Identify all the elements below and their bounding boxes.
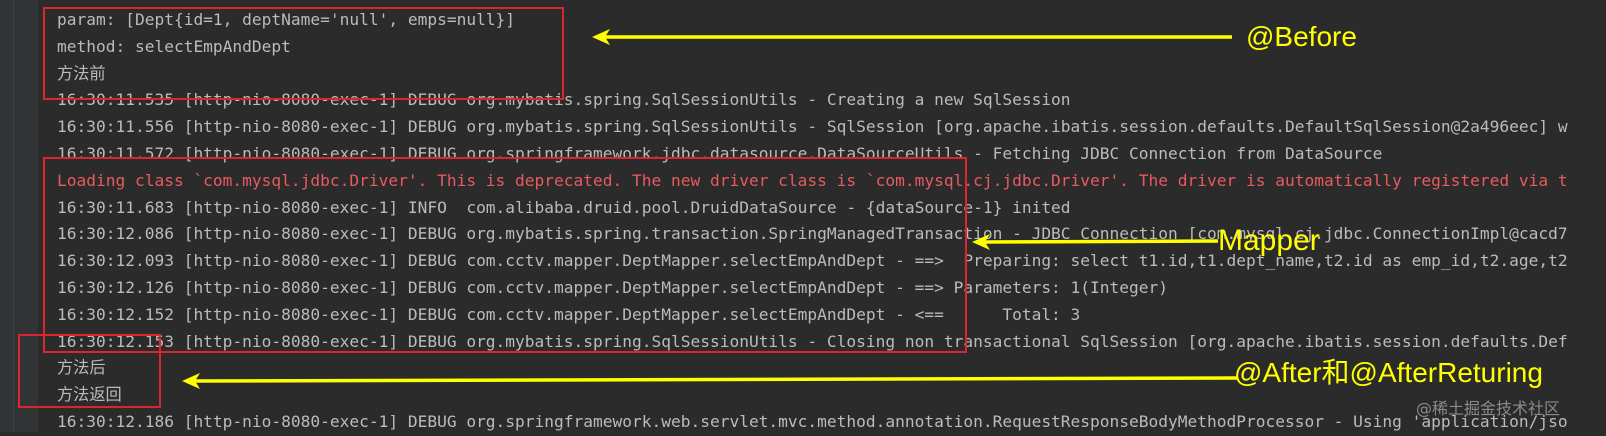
gutter-divider (13, 0, 14, 432)
after-arrow-icon (182, 373, 1239, 389)
before-annotation: @Before (1246, 21, 1357, 52)
before-arrow-icon (592, 29, 1232, 45)
mapper-annotation: Mapper (1218, 224, 1320, 257)
before-highlight-box (43, 7, 564, 100)
after-annotation: @After和@AfterReturing (1234, 357, 1543, 388)
console-line: 16:30:11.556 [http-nio-8080-exec-1] DEBU… (57, 117, 1568, 137)
mapper-highlight-box (43, 157, 967, 353)
mapper-arrow-icon (972, 234, 1219, 250)
after-highlight-box (18, 334, 161, 408)
watermark: @稀土掘金技术社区 (1415, 399, 1560, 418)
